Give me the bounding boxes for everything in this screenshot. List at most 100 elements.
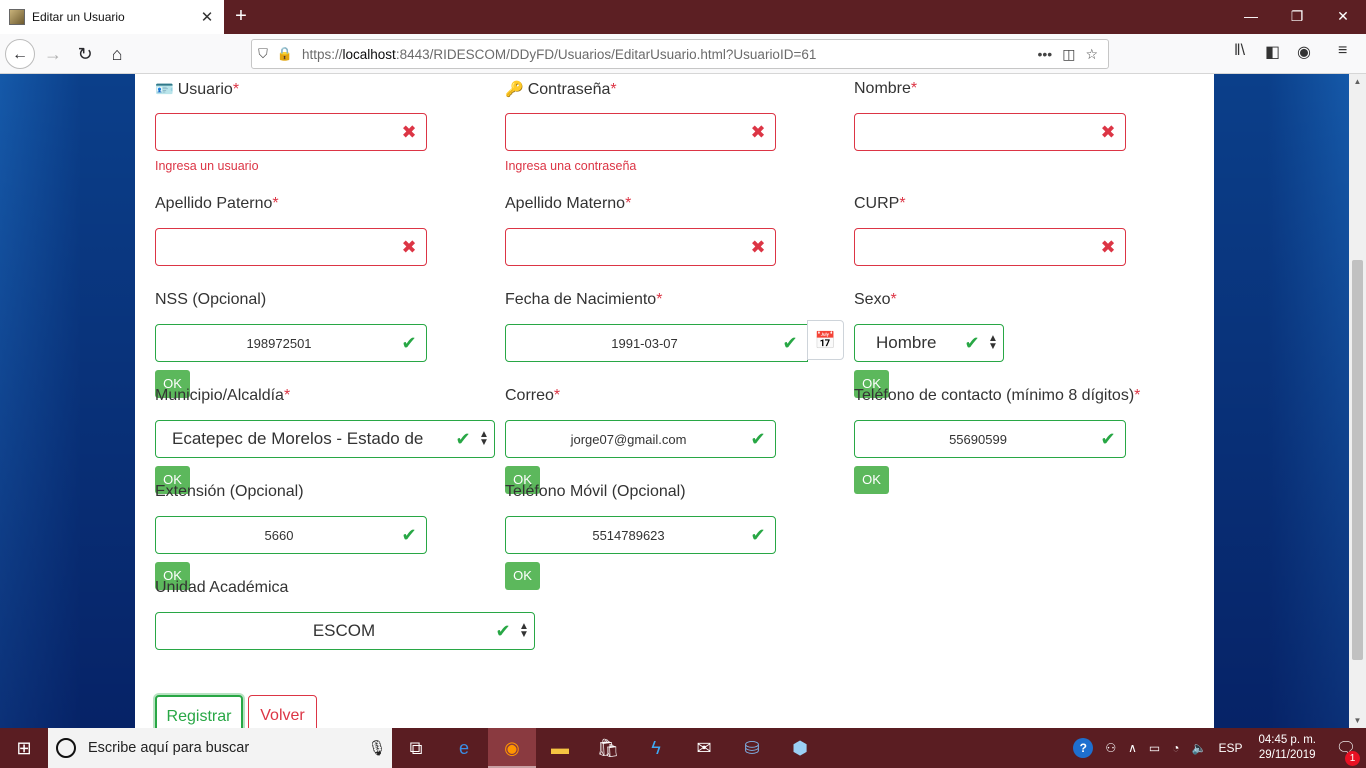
windows-taskbar: ⊞ Escribe aquí para buscar 🎙 ⧉ e ◉ ▬ 🛍 ϟ…	[0, 728, 1366, 768]
extension-label: Extensión (Opcional)	[155, 483, 304, 500]
telefono-contacto-input[interactable]: 55690599 ✔	[854, 420, 1126, 458]
cortana-icon	[56, 738, 76, 758]
telefono-movil-input[interactable]: 5514789623 ✔	[505, 516, 776, 554]
file-explorer-icon[interactable]: ▬	[536, 728, 584, 768]
edge-icon[interactable]: e	[440, 728, 488, 768]
volver-button[interactable]: Volver	[248, 695, 317, 728]
account-icon[interactable]: ◉	[1297, 42, 1311, 62]
municipio-label: Municipio/Alcaldía*	[155, 387, 291, 404]
mail-icon[interactable]: ✉	[680, 728, 728, 768]
volume-icon[interactable]: 🔈	[1191, 741, 1206, 755]
taskbar-clock[interactable]: 04:45 p. m. 29/11/2019	[1258, 733, 1316, 763]
library-icon[interactable]: ‖\	[1234, 42, 1245, 60]
registrar-button[interactable]: Registrar	[155, 695, 243, 728]
tray-chevron-icon[interactable]: ∧	[1128, 741, 1137, 755]
valid-icon: ✔	[455, 428, 471, 449]
valid-icon: ✔	[750, 524, 766, 545]
valid-icon: ✔	[1100, 428, 1116, 449]
apellido-materno-input[interactable]: ✖	[505, 228, 776, 266]
close-window-button[interactable]: ✕	[1320, 0, 1366, 34]
valid-icon: ✔	[750, 428, 766, 449]
curp-input[interactable]: ✖	[854, 228, 1126, 266]
help-icon[interactable]: ?	[1073, 738, 1094, 758]
usuario-input[interactable]: ✖	[155, 113, 427, 151]
invalid-icon: ✖	[750, 236, 766, 257]
url-text[interactable]: https://localhost:8443/RIDESCOM/DDyFD/Us…	[302, 47, 1037, 62]
notification-badge: 1	[1345, 751, 1360, 766]
correo-label: Correo*	[505, 387, 561, 404]
id-card-icon: 🪪	[155, 81, 174, 98]
minimize-button[interactable]: —	[1228, 0, 1274, 34]
back-arrow-icon[interactable]: ←	[5, 39, 35, 69]
shield-icon[interactable]: ⛉	[252, 46, 274, 62]
url-bar[interactable]: ⛉ 🔒 https://localhost:8443/RIDESCOM/DDyF…	[251, 39, 1109, 69]
battery-icon[interactable]: ▭	[1149, 741, 1160, 755]
municipio-select[interactable]: Ecatepec de Morelos - Estado de ✔ ▲ ▼	[155, 420, 495, 458]
virtualbox-icon[interactable]: ⬢	[776, 728, 824, 768]
telefono-contacto-ok-button[interactable]: OK	[854, 466, 889, 494]
nombre-input[interactable]: ✖	[854, 113, 1126, 151]
invalid-icon: ✖	[1100, 236, 1116, 257]
notification-center-icon[interactable]: 🗨 1	[1326, 738, 1366, 766]
select-caret-icon: ▲ ▼	[988, 333, 998, 352]
language-indicator[interactable]: ESP	[1218, 741, 1242, 755]
valid-icon: ✔	[401, 332, 417, 353]
firefox-icon[interactable]: ◉	[488, 728, 536, 768]
valid-icon: ✔	[495, 620, 511, 641]
windows-start-icon[interactable]: ⊞	[0, 728, 48, 768]
nss-label: NSS (Opcional)	[155, 291, 267, 308]
valid-icon: ✔	[401, 524, 417, 545]
fecha-nacimiento-label: Fecha de Nacimiento*	[505, 291, 663, 308]
usuario-label: 🪪 Usuario*	[155, 81, 240, 98]
menu-icon[interactable]: ≡	[1338, 42, 1347, 60]
home-icon[interactable]: ⌂	[102, 39, 132, 69]
valid-icon: ✔	[782, 332, 798, 353]
tab-close-icon[interactable]: ✕	[196, 8, 218, 26]
page-actions-icon[interactable]: •••	[1037, 46, 1052, 63]
bookmark-star-icon[interactable]: ☆	[1085, 46, 1098, 63]
sidebar-icon[interactable]: ◧	[1265, 42, 1280, 62]
scroll-up-icon[interactable]: ▲	[1349, 77, 1366, 86]
telefono-movil-ok-button[interactable]: OK	[505, 562, 540, 590]
sql-tool-icon[interactable]: ⛁	[728, 728, 776, 768]
usuario-error: Ingresa un usuario	[155, 159, 259, 173]
microphone-icon[interactable]: 🎙	[362, 739, 392, 757]
calendar-icon[interactable]: 📅	[807, 320, 844, 360]
restore-button[interactable]: ❐	[1274, 0, 1320, 34]
taskbar-search[interactable]: Escribe aquí para buscar 🎙	[48, 728, 392, 768]
correo-input[interactable]: jorge07@gmail.com ✔	[505, 420, 776, 458]
store-icon[interactable]: 🛍	[584, 728, 632, 768]
browser-titlebar: Editar un Usuario ✕ + — ❐ ✕	[0, 0, 1366, 34]
invalid-icon: ✖	[401, 121, 417, 142]
unidad-academica-label: Unidad Académica	[155, 579, 289, 596]
tab-favicon-icon	[9, 9, 25, 25]
edit-user-form: 🪪 Usuario* ✖ Ingresa un usuario 🔑 Contrase…	[135, 74, 1214, 728]
contrasena-label: 🔑 Contraseña*	[505, 81, 617, 98]
fecha-nacimiento-input[interactable]: 1991-03-07 ✔	[505, 324, 808, 362]
unidad-academica-select[interactable]: ESCOM ✔ ▲ ▼	[155, 612, 535, 650]
curp-label: CURP*	[854, 195, 906, 212]
extension-input[interactable]: 5660 ✔	[155, 516, 427, 554]
nss-input[interactable]: 198972501 ✔	[155, 324, 427, 362]
pocket-icon[interactable]: ◫	[1062, 46, 1075, 63]
task-view-icon[interactable]: ⧉	[392, 728, 440, 768]
telefono-contacto-label: Teléfono de contacto (mínimo 8 dígitos)*	[854, 387, 1141, 404]
wifi-icon[interactable]: ◔	[1172, 741, 1179, 755]
scroll-down-icon[interactable]: ▼	[1349, 716, 1366, 725]
reload-icon[interactable]: ↻	[70, 39, 100, 69]
page-scrollbar[interactable]: ▲ ▼	[1349, 74, 1366, 728]
visual-studio-code-icon[interactable]: ϟ	[632, 728, 680, 768]
contrasena-input[interactable]: ✖	[505, 113, 776, 151]
invalid-icon: ✖	[750, 121, 766, 142]
apellido-paterno-label: Apellido Paterno*	[155, 195, 279, 212]
sexo-label: Sexo*	[854, 291, 897, 308]
forward-arrow-icon[interactable]: →	[38, 39, 68, 69]
lock-warning-icon[interactable]: 🔒	[274, 46, 296, 62]
new-tab-button[interactable]: +	[230, 4, 252, 30]
people-icon[interactable]: ⚇	[1105, 741, 1116, 755]
scroll-thumb[interactable]	[1352, 260, 1363, 660]
apellido-paterno-input[interactable]: ✖	[155, 228, 427, 266]
browser-tab[interactable]: Editar un Usuario ✕	[0, 0, 224, 34]
taskbar-search-placeholder: Escribe aquí para buscar	[88, 740, 250, 756]
sexo-select[interactable]: Hombre ✔ ▲ ▼	[854, 324, 1004, 362]
